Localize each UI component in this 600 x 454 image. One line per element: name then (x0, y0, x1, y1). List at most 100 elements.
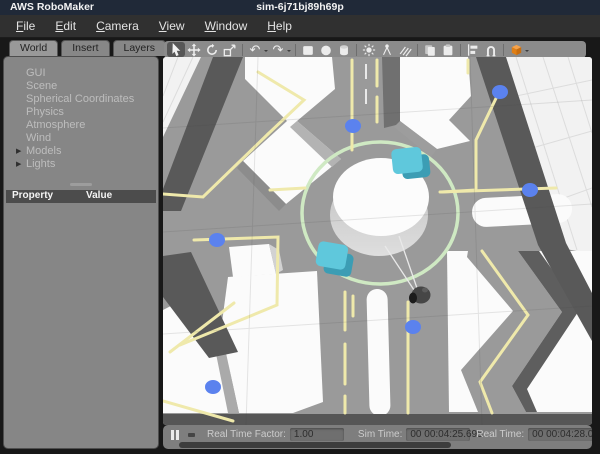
tree-item-models[interactable]: ▶Models (16, 144, 154, 157)
menu-edit[interactable]: Edit (45, 17, 86, 35)
select-tool-button[interactable] (167, 42, 185, 57)
expand-arrow-icon[interactable]: ▶ (16, 160, 26, 168)
undo-arrow-icon: ↶ (250, 43, 261, 56)
world-tree: GUI Scene Spherical Coordinates Physics … (4, 57, 158, 170)
sim-time-label: Sim Time: (358, 429, 402, 440)
robot-wheel (409, 293, 417, 304)
pause-icon (171, 430, 174, 440)
move-arrows-icon (187, 43, 201, 57)
magnet-icon (484, 43, 498, 57)
simulation-title: sim-6j71bj89h69p (0, 1, 600, 13)
directional-light-icon (398, 43, 412, 57)
waypoint-marker (209, 233, 225, 247)
pause-button[interactable] (171, 430, 179, 440)
view-dropdown-icon[interactable] (525, 50, 529, 54)
horizontal-scrollbar[interactable] (179, 442, 451, 448)
copy-button[interactable] (421, 42, 439, 57)
scale-tool-button[interactable] (221, 42, 239, 57)
toolbar-separator (356, 44, 357, 56)
cylinder-shape-icon (337, 43, 351, 57)
view-cube-icon (509, 42, 524, 57)
tree-item-scene[interactable]: Scene (16, 79, 154, 92)
translate-tool-button[interactable] (185, 42, 203, 57)
undo-button[interactable]: ↶ (246, 42, 264, 57)
rotate-tool-button[interactable] (203, 42, 221, 57)
paste-button[interactable] (439, 42, 457, 57)
title-bar: AWS RoboMaker sim-6j71bj89h69p (0, 0, 600, 15)
sim-time-value: 00 00:04:25.695 (406, 428, 470, 441)
cursor-arrow-icon (169, 42, 184, 57)
toolbar-separator (460, 44, 461, 56)
toolbar-separator (417, 44, 418, 56)
main-area: World Insert Layers GUI Scene Spherical … (0, 38, 600, 454)
rotate-circle-icon (205, 43, 219, 57)
time-panel: Real Time Factor: 1.00 Sim Time: 00 00:0… (163, 425, 592, 449)
menu-help[interactable]: Help (257, 17, 302, 35)
tree-item-spherical-coordinates[interactable]: Spherical Coordinates (16, 92, 154, 105)
property-column-header: Property (12, 190, 53, 201)
real-time-value: 00 00:04:28.087 (528, 428, 592, 441)
sphere-shape-icon (319, 43, 333, 57)
redo-arrow-icon: ↷ (273, 43, 284, 56)
tab-insert[interactable]: Insert (61, 40, 109, 56)
toolbar-separator (295, 44, 296, 56)
copy-icon (423, 43, 437, 57)
pause-icon (176, 430, 179, 440)
snap-tool-button[interactable] (482, 42, 500, 57)
world-tree-panel: GUI Scene Spherical Coordinates Physics … (3, 56, 159, 449)
menu-camera[interactable]: Camera (86, 17, 149, 35)
menu-file[interactable]: File (6, 17, 45, 35)
tree-item-physics[interactable]: Physics (16, 105, 154, 118)
sun-icon (362, 43, 376, 57)
change-view-button[interactable] (507, 42, 525, 57)
toolbar-separator (242, 44, 243, 56)
render-viewport: ↶ ↷ (163, 38, 592, 450)
redo-history-dropdown-icon[interactable] (287, 50, 291, 54)
step-button[interactable] (188, 433, 195, 437)
spot-light-button[interactable] (378, 42, 396, 57)
redo-button[interactable]: ↷ (269, 42, 287, 57)
scale-icon (223, 43, 237, 57)
menu-view[interactable]: View (149, 17, 195, 35)
tree-item-lights[interactable]: ▶Lights (16, 157, 154, 170)
sidebar-tabs: World Insert Layers (9, 40, 166, 56)
splitter-handle[interactable] (70, 183, 92, 186)
property-table-header: Property Value (6, 190, 156, 203)
robot-sensor (422, 288, 428, 293)
tree-item-gui[interactable]: GUI (16, 66, 154, 79)
tree-item-atmosphere[interactable]: Atmosphere (16, 118, 154, 131)
expand-arrow-icon[interactable]: ▶ (16, 147, 26, 155)
waypoint-marker (345, 119, 361, 133)
align-icon (466, 43, 480, 57)
value-column-header: Value (86, 190, 112, 201)
toolbar-separator (503, 44, 504, 56)
time-panel-row: Real Time Factor: 1.00 Sim Time: 00 00:0… (163, 427, 592, 442)
viewport-toolbar: ↶ ↷ (164, 41, 586, 58)
insert-cylinder-button[interactable] (335, 42, 353, 57)
menu-bar: File Edit Camera View Window Help (0, 15, 600, 38)
tab-layers[interactable]: Layers (113, 40, 167, 56)
undo-history-dropdown-icon[interactable] (264, 50, 268, 54)
point-light-button[interactable] (360, 42, 378, 57)
waypoint-marker (205, 380, 221, 394)
box-shape-icon (301, 43, 315, 57)
app-window: AWS RoboMaker sim-6j71bj89h69p File Edit… (0, 0, 600, 454)
real-time-factor-value: 1.00 (290, 428, 344, 441)
waypoint-marker (492, 85, 508, 99)
real-time-factor-label: Real Time Factor: (207, 429, 286, 440)
sidebar-panel: World Insert Layers GUI Scene Spherical … (3, 40, 159, 449)
insert-sphere-button[interactable] (317, 42, 335, 57)
spot-light-icon (380, 43, 394, 57)
paste-icon (441, 43, 455, 57)
insert-box-button[interactable] (299, 42, 317, 57)
menu-window[interactable]: Window (195, 17, 258, 35)
real-time-label: Real Time: (476, 429, 524, 440)
simulation-scene[interactable] (163, 57, 592, 425)
align-tool-button[interactable] (464, 42, 482, 57)
waypoint-marker (522, 183, 538, 197)
tab-world[interactable]: World (9, 40, 58, 56)
scene-container (163, 57, 592, 425)
waypoint-marker (405, 320, 421, 334)
tree-item-wind[interactable]: Wind (16, 131, 154, 144)
directional-light-button[interactable] (396, 42, 414, 57)
